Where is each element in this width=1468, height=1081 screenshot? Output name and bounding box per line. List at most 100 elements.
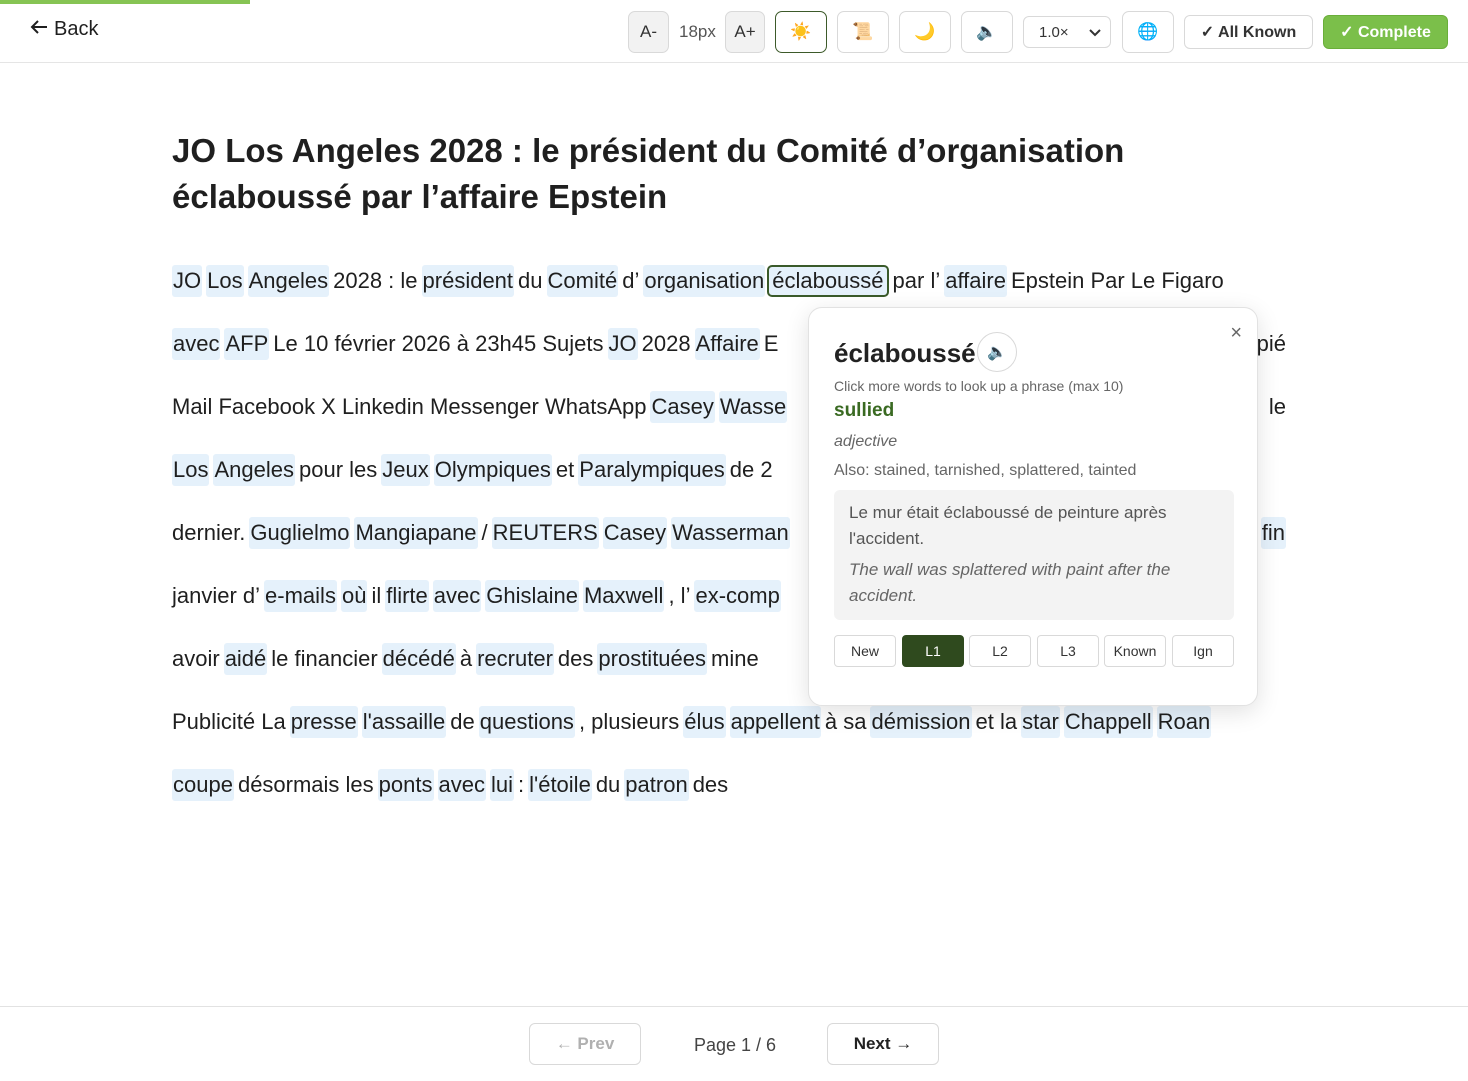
arrow-left-icon [30, 18, 48, 41]
playback-speed-select[interactable]: 1.0× [1023, 16, 1111, 48]
clickable-word[interactable]: JO [607, 328, 638, 360]
clickable-word[interactable]: ex-comp [694, 580, 781, 612]
example-english: The wall was splattered with paint after… [849, 560, 1171, 605]
clickable-word[interactable]: où [340, 580, 368, 612]
clickable-word[interactable]: Casey [602, 517, 668, 549]
clickable-word[interactable]: Guglielmo [249, 517, 351, 549]
theme-sepia-button[interactable]: 📜 [837, 11, 889, 53]
clickable-word[interactable]: Roan [1156, 706, 1212, 738]
word-lookup-popup: × éclaboussé 🔈 Click more words to look … [808, 307, 1258, 706]
plain-text: 2028 [641, 331, 691, 356]
clickable-word[interactable]: Chappell [1063, 706, 1153, 738]
synonyms: Also: stained, tarnished, splattered, ta… [834, 462, 1137, 479]
clickable-word[interactable]: prostituées [597, 643, 708, 675]
font-increase-button[interactable]: A+ [725, 11, 765, 53]
next-page-button[interactable]: Next → [827, 1023, 939, 1065]
clickable-word[interactable]: patron [624, 769, 689, 801]
clickable-word[interactable]: presse [289, 706, 358, 738]
clickable-word[interactable]: Jeux [381, 454, 430, 486]
plain-text: le [1268, 394, 1286, 419]
clickable-word[interactable]: Los [172, 454, 210, 486]
theme-dark-button[interactable]: 🌙 [899, 11, 951, 53]
plain-text: / [481, 520, 488, 545]
clickable-word[interactable]: décédé [381, 643, 456, 675]
clickable-word[interactable]: Casey [650, 391, 715, 423]
clickable-word[interactable]: Wasserman [671, 517, 790, 549]
globe-icon: 🌐 [1137, 22, 1159, 41]
clickable-word[interactable]: recruter [476, 643, 554, 675]
level-button-l2[interactable]: L2 [969, 635, 1031, 667]
clickable-word[interactable]: e-mails [264, 580, 337, 612]
clickable-word[interactable]: ponts [377, 769, 434, 801]
pagination: ← Prev Page 1 / 6 Next → [0, 1006, 1468, 1081]
level-button-l1[interactable]: L1 [902, 635, 964, 667]
part-of-speech: adjective [834, 433, 898, 450]
clickable-word[interactable]: l'assaille [361, 706, 447, 738]
clickable-word[interactable]: élus [683, 706, 726, 738]
clickable-word[interactable]: avec [432, 580, 482, 612]
clickable-word[interactable]: appellent [729, 706, 821, 738]
clickable-word[interactable]: Mangiapane [354, 517, 478, 549]
level-button-l3[interactable]: L3 [1037, 635, 1099, 667]
clickable-word[interactable]: questions [478, 706, 575, 738]
scroll-icon: 📜 [852, 22, 874, 41]
clickable-word[interactable]: Olympiques [433, 454, 552, 486]
clickable-word[interactable]: Ghislaine [485, 580, 579, 612]
theme-light-button[interactable]: ☀️ [775, 11, 827, 53]
plain-text: des [692, 772, 729, 797]
clickable-word[interactable]: REUTERS [491, 517, 599, 549]
clickable-word[interactable]: organisation [643, 265, 766, 297]
clickable-word[interactable]: star [1021, 706, 1060, 738]
article-line: avec AFP Le 10 février 2026 à 23h45 Sujets… [172, 328, 782, 368]
clickable-word[interactable]: président [421, 265, 515, 297]
translate-button[interactable]: 🌐 [1122, 11, 1174, 53]
close-icon[interactable]: × [1230, 322, 1242, 345]
example-french: Le mur était éclaboussé de peinture aprè… [849, 503, 1167, 548]
plain-text: Epstein Par Le Figaro [1010, 268, 1224, 293]
prev-page-button[interactable]: ← Prev [529, 1023, 641, 1065]
level-button-new[interactable]: New [834, 635, 896, 667]
clickable-word[interactable]: Angeles [213, 454, 295, 486]
clickable-word[interactable]: flirte [385, 580, 429, 612]
mark-all-known-button[interactable]: ✓ All Known [1184, 15, 1313, 49]
read-aloud-button[interactable]: 🔈 [961, 11, 1013, 53]
clickable-word[interactable]: Los [206, 265, 244, 297]
moon-icon: 🌙 [914, 22, 936, 41]
level-button-ign[interactable]: Ign [1172, 635, 1234, 667]
plain-text: janvier d’ [172, 583, 261, 608]
clickable-word[interactable]: avec [437, 769, 486, 801]
clickable-word[interactable]: Angeles [247, 265, 330, 297]
speed-value: 1.0× [1039, 23, 1069, 41]
pronounce-button[interactable]: 🔈 [977, 332, 1017, 372]
plain-text: pour les [299, 457, 378, 482]
level-button-known[interactable]: Known [1104, 635, 1166, 667]
plain-text: il [371, 583, 382, 608]
plain-text: pié [1256, 331, 1286, 356]
clickable-word[interactable]: AFP [224, 328, 270, 360]
clickable-word[interactable]: Wasse [718, 391, 788, 423]
clickable-word[interactable]: affaire [944, 265, 1007, 297]
clickable-word[interactable]: Maxwell [582, 580, 665, 612]
plain-text: d’ [622, 268, 640, 293]
clickable-word[interactable]: avec [172, 328, 221, 360]
popup-translation: sullied [834, 400, 895, 421]
article-line: coupe désormais les ponts avec lui: l'étoile d… [172, 769, 732, 809]
complete-button[interactable]: ✓ Complete [1323, 15, 1448, 49]
back-button[interactable]: Back [30, 18, 98, 41]
clickable-word[interactable]: Affaire [694, 328, 760, 360]
clickable-word[interactable]: coupe [172, 769, 234, 801]
clickable-word[interactable]: aidé [223, 643, 268, 675]
clickable-word[interactable]: démission [870, 706, 972, 738]
clickable-word[interactable]: Paralympiques [578, 454, 726, 486]
page-indicator: Page 1 / 6 [694, 1035, 777, 1055]
clickable-word[interactable]: Comité [546, 265, 619, 297]
selected-word[interactable]: éclaboussé [767, 265, 889, 297]
popup-headword: éclaboussé [834, 338, 976, 368]
clickable-word[interactable]: l'étoile [528, 769, 592, 801]
plain-text: du [518, 268, 543, 293]
article-title: JO Los Angeles 2028 : le président du Co… [172, 128, 1292, 220]
clickable-word[interactable]: JO [172, 265, 203, 297]
clickable-word[interactable]: lui [489, 769, 514, 801]
font-decrease-button[interactable]: A- [628, 11, 669, 53]
clickable-word[interactable]: fin [1260, 517, 1286, 549]
